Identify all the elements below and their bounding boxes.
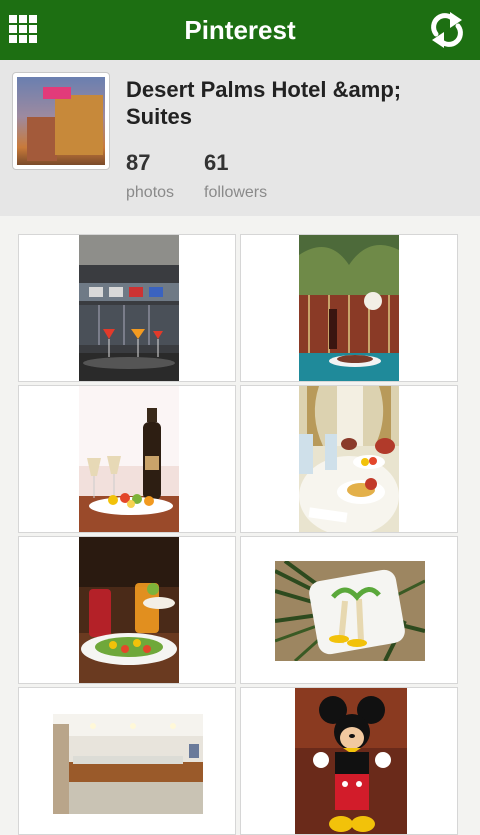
followers-label: followers <box>204 184 268 201</box>
refresh-icon[interactable] <box>424 7 470 53</box>
photo-palm-plate <box>275 561 425 661</box>
photo-tile[interactable] <box>240 385 458 533</box>
photo-tile[interactable] <box>18 234 236 382</box>
avatar[interactable] <box>12 72 110 170</box>
top-app-bar: Pinterest <box>0 0 480 60</box>
profile-name: Desert Palms Hotel &amp; Suites <box>126 77 402 129</box>
app-title: Pinterest <box>184 15 296 45</box>
photo-buffet <box>53 714 203 814</box>
photo-tile[interactable] <box>18 385 236 533</box>
photo-champagne <box>79 386 179 532</box>
photo-cocktails <box>79 235 179 381</box>
photo-drinks-salad <box>79 537 179 683</box>
photo-tile[interactable] <box>240 687 458 835</box>
photo-tile[interactable] <box>18 536 236 684</box>
photos-count: 87 <box>126 150 151 175</box>
followers-count: 61 <box>204 150 229 175</box>
photo-mickey <box>295 688 407 834</box>
photo-wine-table <box>299 235 399 381</box>
photo-tile[interactable] <box>240 234 458 382</box>
photo-tile[interactable] <box>240 536 458 684</box>
photo-breakfast <box>299 386 399 532</box>
photos-label: photos <box>126 184 175 201</box>
photo-tile[interactable] <box>18 687 236 835</box>
hotel-avatar-image <box>17 77 105 165</box>
